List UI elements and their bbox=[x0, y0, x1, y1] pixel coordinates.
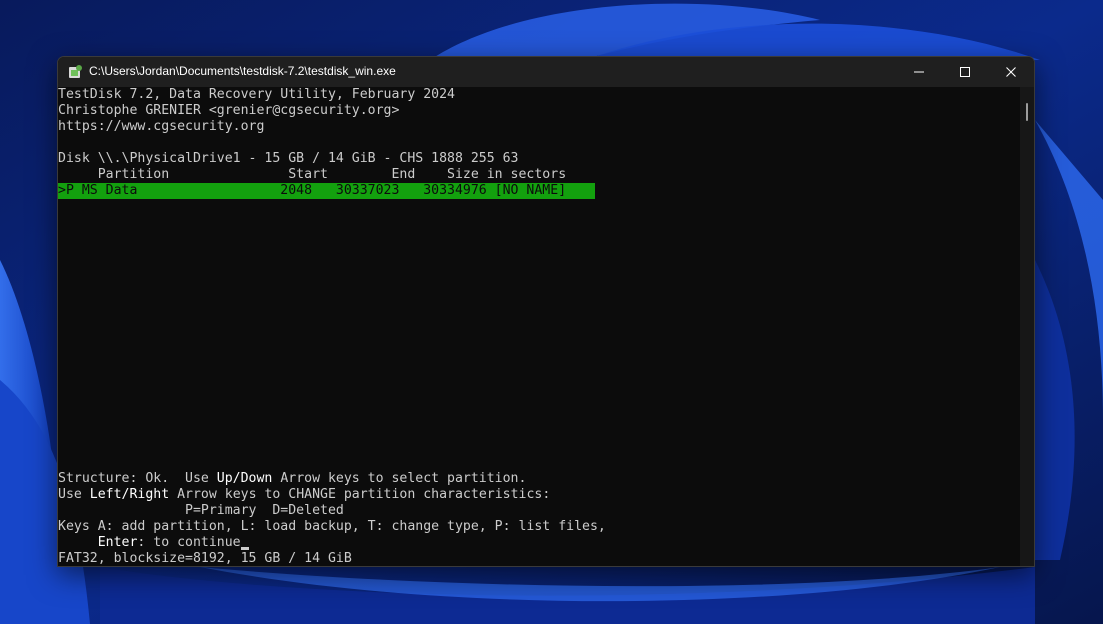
text-cursor bbox=[241, 547, 249, 550]
scrollbar-thumb[interactable] bbox=[1026, 103, 1028, 121]
header-title-line: TestDisk 7.2, Data Recovery Utility, Feb… bbox=[58, 87, 455, 102]
testdisk-window: C:\Users\Jordan\Documents\testdisk-7.2\t… bbox=[57, 56, 1035, 567]
structure-suffix: Arrow keys to select partition. bbox=[272, 471, 527, 486]
left-right-keys: Left/Right bbox=[89, 487, 170, 502]
structure-prefix: Structure: Ok. Use bbox=[58, 471, 217, 486]
header-author-line: Christophe GRENIER <grenier@cgsecurity.o… bbox=[58, 103, 400, 118]
partition-columns-header: Partition Start End Size in sectors bbox=[58, 167, 567, 182]
window-title: C:\Users\Jordan\Documents\testdisk-7.2\t… bbox=[89, 64, 396, 78]
minimize-button[interactable] bbox=[896, 57, 942, 87]
enter-suffix: : to continue bbox=[137, 535, 241, 550]
enter-key: Enter bbox=[97, 535, 138, 550]
app-icon bbox=[69, 65, 82, 78]
vertical-scrollbar[interactable] bbox=[1020, 87, 1034, 566]
partition-row-text: >P MS Data 2048 30337023 30334976 [NO NA… bbox=[58, 183, 567, 198]
partition-legend-line: P=Primary D=Deleted bbox=[58, 503, 344, 518]
change-characteristics-line: Use Left/Right Arrow keys to CHANGE part… bbox=[58, 487, 550, 503]
minimize-icon bbox=[914, 71, 924, 73]
keys-help-line: Keys A: add partition, L: load backup, T… bbox=[58, 519, 606, 534]
enter-indent bbox=[58, 535, 98, 550]
close-icon bbox=[1006, 67, 1016, 77]
disk-info-line: Disk \\.\PhysicalDrive1 - 15 GB / 14 GiB… bbox=[58, 151, 519, 166]
maximize-icon bbox=[960, 67, 970, 77]
title-bar[interactable]: C:\Users\Jordan\Documents\testdisk-7.2\t… bbox=[58, 57, 1034, 87]
filesystem-status-line: FAT32, blocksize=8192, 15 GB / 14 GiB bbox=[58, 551, 352, 566]
up-down-keys: Up/Down bbox=[216, 471, 273, 486]
change-suffix: Arrow keys to CHANGE partition character… bbox=[169, 487, 551, 502]
structure-status-line: Structure: Ok. Use Up/Down Arrow keys to… bbox=[58, 471, 526, 487]
close-button[interactable] bbox=[988, 57, 1034, 87]
terminal-output[interactable]: TestDisk 7.2, Data Recovery Utility, Feb… bbox=[58, 87, 1020, 566]
maximize-button[interactable] bbox=[942, 57, 988, 87]
header-url-line: https://www.cgsecurity.org bbox=[58, 119, 265, 134]
enter-continue-line: Enter: to continue bbox=[58, 535, 241, 551]
change-prefix: Use bbox=[58, 487, 90, 502]
selected-partition-row[interactable]: >P MS Data 2048 30337023 30334976 [NO NA… bbox=[58, 183, 595, 199]
